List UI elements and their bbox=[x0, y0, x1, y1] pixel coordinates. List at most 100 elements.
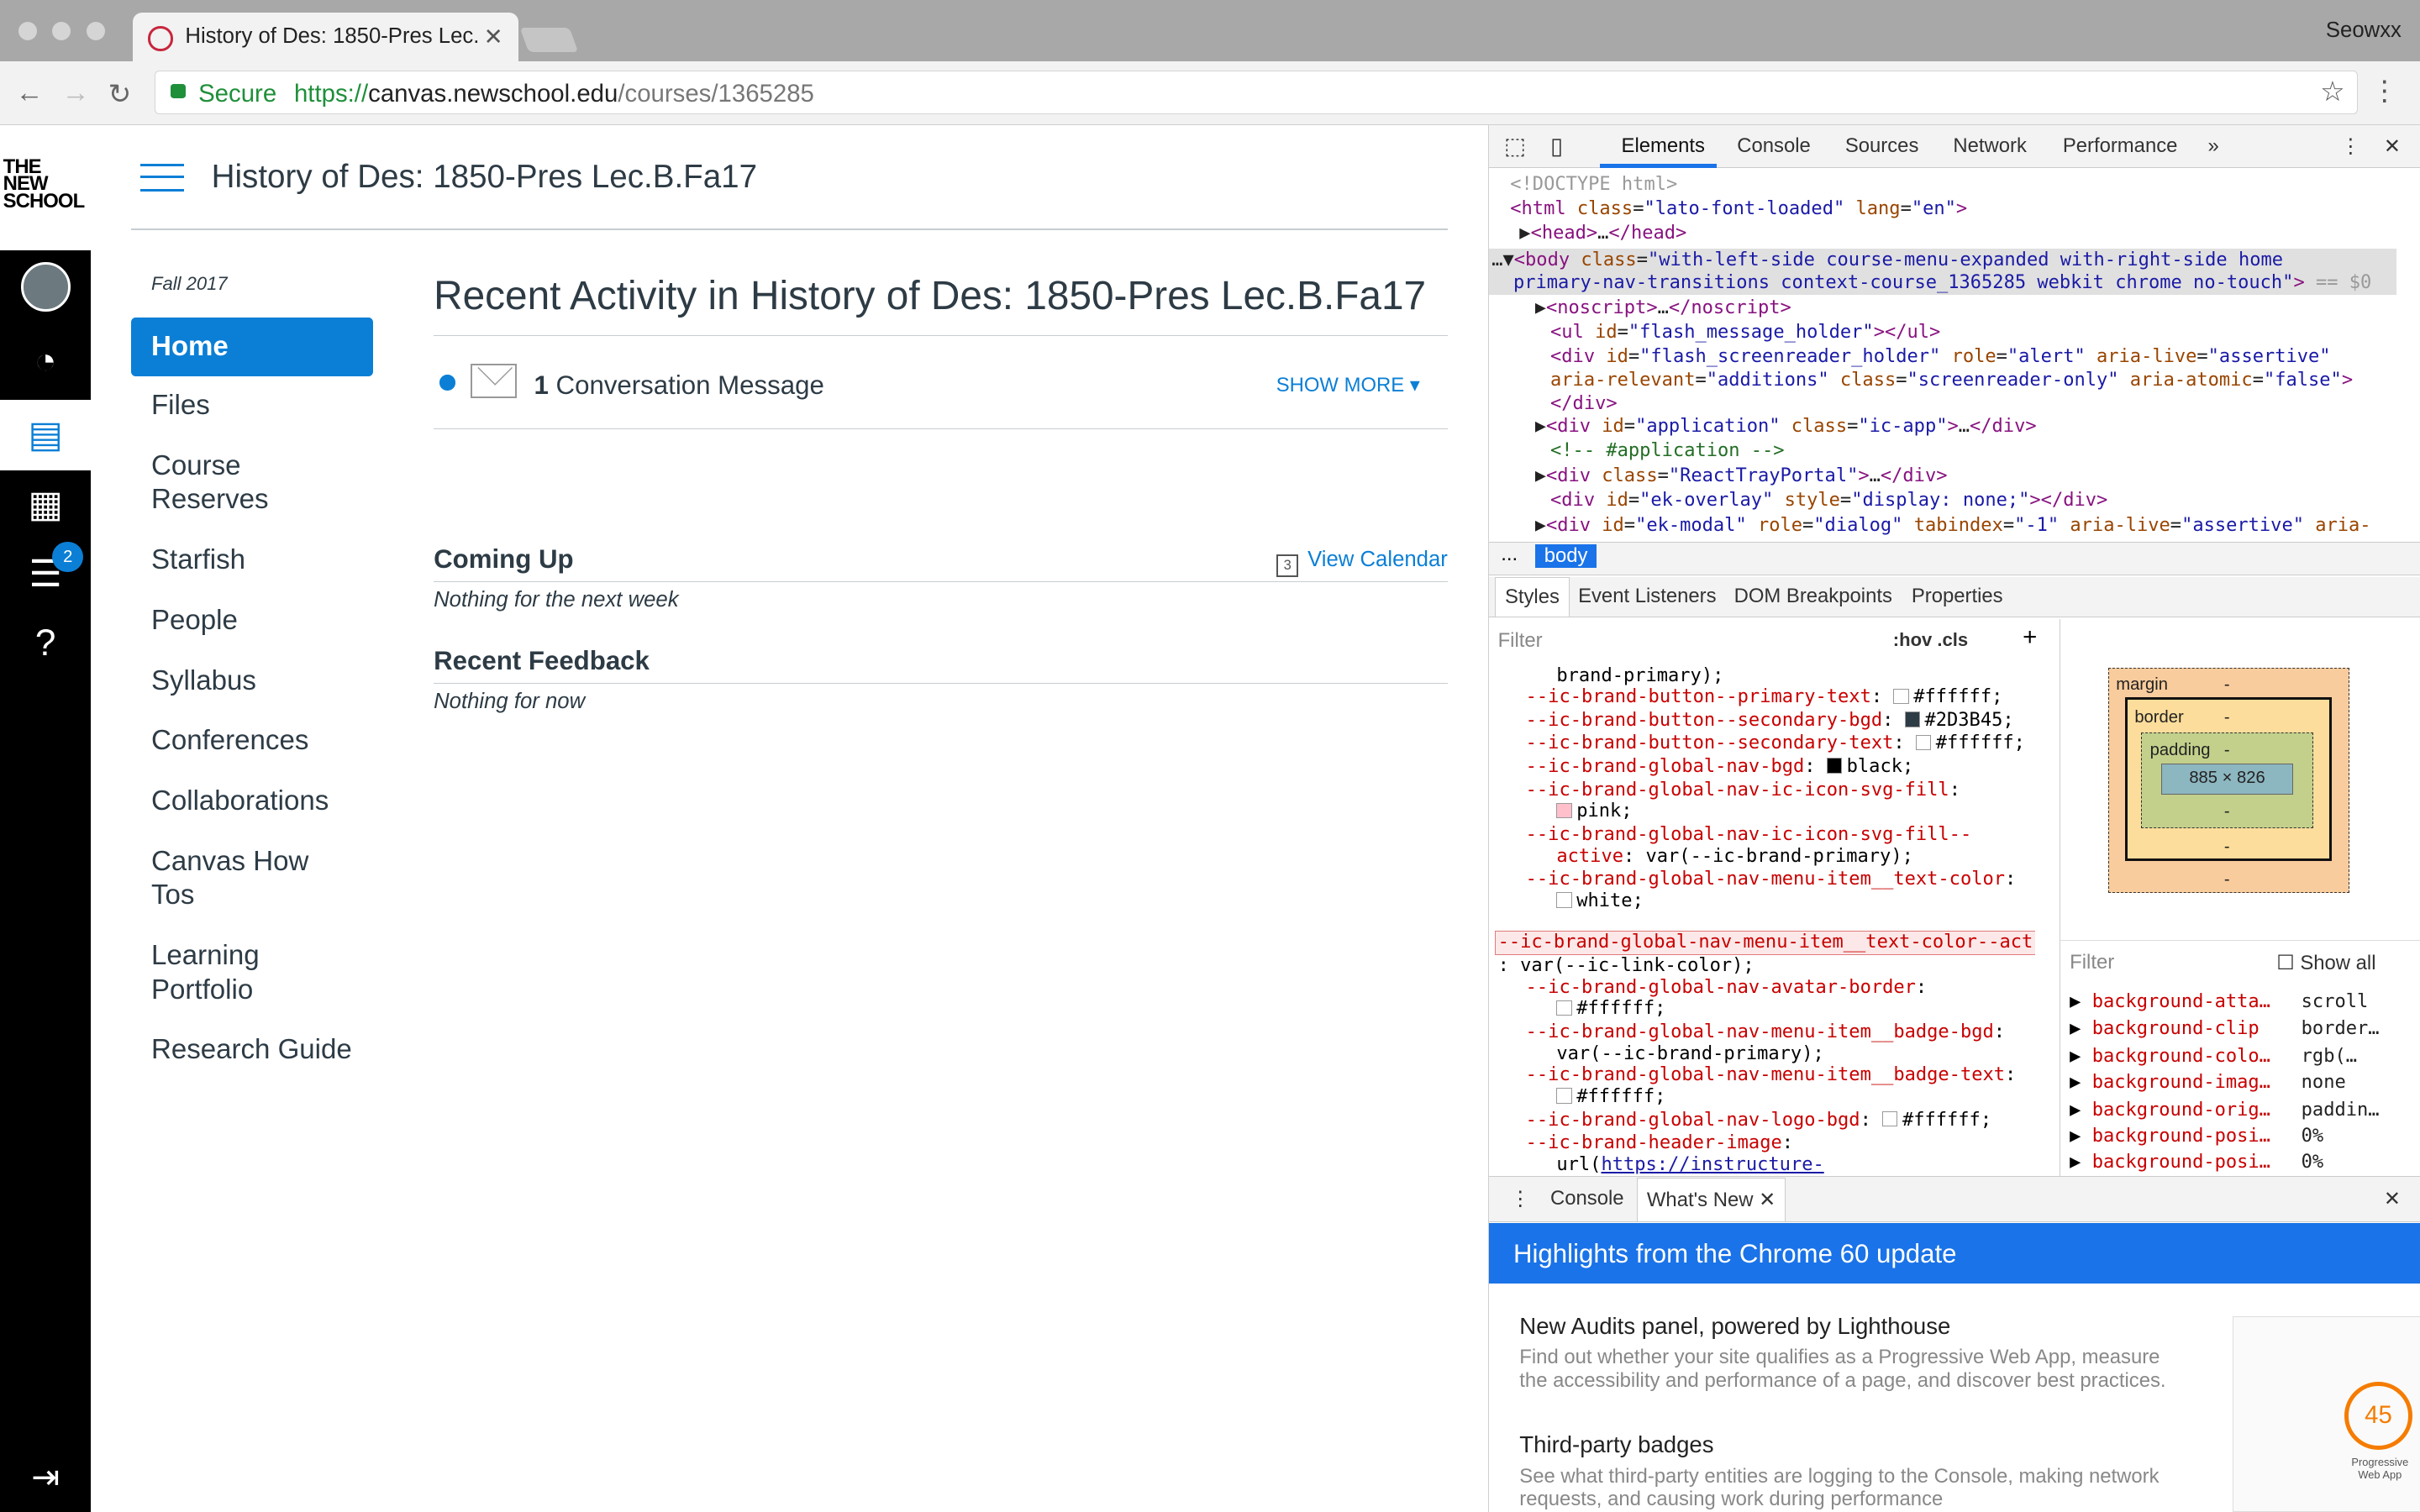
help-icon[interactable]: ? bbox=[0, 608, 91, 679]
tab-console[interactable]: Console bbox=[1737, 134, 1811, 158]
screen: History of Des: 1850-Pres Lec.B.Fa17 ✕ S… bbox=[0, 0, 2420, 1512]
forward-icon[interactable]: → bbox=[61, 77, 89, 109]
computed-row[interactable]: ▶ background-posi… 0% bbox=[2070, 1123, 2323, 1150]
show-all-checkbox[interactable]: ☐ Show all bbox=[2276, 951, 2375, 975]
zoom-window-button[interactable] bbox=[86, 21, 105, 40]
browser-toolbar: ← → ↻ Secure https://canvas.newschool.ed… bbox=[0, 61, 2420, 125]
nav-starfish[interactable]: Starfish bbox=[131, 529, 373, 591]
activity-label: 1 Conversation Message bbox=[534, 370, 824, 400]
avatar bbox=[20, 262, 71, 312]
new-tab-button[interactable] bbox=[520, 28, 579, 53]
hov-cls-toggle[interactable]: :hov .cls bbox=[1893, 629, 1968, 651]
nav-canvas-how-tos[interactable]: Canvas How Tos bbox=[131, 831, 373, 927]
whats-new-heading: Highlights from the Chrome 60 update bbox=[1488, 1223, 2420, 1284]
add-rule-icon[interactable]: + bbox=[2023, 623, 2037, 652]
breadcrumb-body[interactable]: body bbox=[1534, 543, 1597, 568]
reload-icon[interactable]: ↻ bbox=[108, 77, 132, 111]
back-icon[interactable]: ← bbox=[15, 77, 43, 109]
device-toolbar-icon[interactable]: ▯ bbox=[1550, 133, 1563, 160]
computed-styles[interactable]: ▶ background-atta… scroll ▶ background-cl… bbox=[2060, 982, 2420, 1176]
devtools-panel: ⬚ ▯ Elements Console Sources Network Per… bbox=[1487, 124, 2420, 1512]
nav-files[interactable]: Files bbox=[131, 375, 373, 436]
close-drawer-icon[interactable]: ✕ bbox=[2384, 1187, 2401, 1211]
tab-performance[interactable]: Performance bbox=[2063, 134, 2178, 158]
nav-conferences[interactable]: Conferences bbox=[131, 711, 373, 772]
inbox-icon[interactable]: ☰ 2 bbox=[0, 538, 91, 609]
close-tab-icon[interactable]: ✕ bbox=[484, 24, 503, 50]
tab-event-listeners[interactable]: Event Listeners bbox=[1578, 585, 1716, 608]
whats-new-item[interactable]: Third-party badges See what third-party … bbox=[1519, 1431, 2167, 1510]
computed-filter-input[interactable]: Filter bbox=[2070, 951, 2114, 974]
unread-dot-icon bbox=[439, 375, 455, 391]
audit-score: 45 bbox=[2344, 1381, 2412, 1450]
drawer-menu-icon[interactable]: ⋮ bbox=[1510, 1187, 1530, 1211]
nav-collaborations[interactable]: Collaborations bbox=[131, 771, 373, 832]
inbox-badge: 2 bbox=[52, 541, 84, 573]
recent-feedback-heading: Recent Feedback bbox=[434, 646, 1448, 684]
close-devtools-icon[interactable]: ✕ bbox=[2384, 134, 2401, 159]
dom-tree[interactable]: <!DOCTYPE html> <html class="lato-font-l… bbox=[1488, 168, 2420, 554]
secure-label: Secure bbox=[198, 79, 277, 108]
new-school-logo[interactable]: THE NEW SCHOOL bbox=[0, 124, 92, 250]
course-title[interactable]: History of Des: 1850-Pres Lec.B.Fa17 bbox=[212, 159, 757, 196]
nav-research-guide[interactable]: Research Guide bbox=[131, 1020, 373, 1081]
tab-sources[interactable]: Sources bbox=[1845, 134, 1919, 158]
computed-row[interactable]: ▶ background-imag… none bbox=[2070, 1069, 2346, 1096]
devtools-menu-icon[interactable]: ⋮ bbox=[2340, 134, 2360, 159]
calendar-icon[interactable]: ▦ bbox=[0, 469, 91, 539]
show-more-button[interactable]: SHOW MORE ▾ bbox=[1276, 373, 1420, 397]
coming-up-empty: Nothing for the next week bbox=[434, 588, 679, 612]
expand-nav-icon[interactable]: ⇥ bbox=[0, 1441, 91, 1511]
course-menu-toggle-icon[interactable] bbox=[140, 163, 184, 192]
nav-people[interactable]: People bbox=[131, 590, 373, 651]
close-window-button[interactable] bbox=[18, 21, 38, 40]
canvas-favicon-icon bbox=[148, 26, 173, 51]
activity-row: 1 Conversation Message SHOW MORE ▾ bbox=[434, 336, 1448, 429]
box-content: 885 × 826 bbox=[2160, 764, 2294, 795]
computed-row[interactable]: ▶ background-clip border… bbox=[2070, 1016, 2379, 1042]
tab-properties[interactable]: Properties bbox=[1912, 585, 2003, 608]
account-nav[interactable] bbox=[0, 251, 91, 322]
computed-row[interactable]: ▶ background-orig… paddin… bbox=[2070, 1097, 2379, 1124]
tab-dom-breakpoints[interactable]: DOM Breakpoints bbox=[1734, 585, 1892, 608]
header-divider bbox=[131, 228, 1448, 230]
computed-row[interactable]: ▶ background-colo… rgb(… bbox=[2070, 1043, 2357, 1070]
tab-styles[interactable]: Styles bbox=[1494, 576, 1570, 617]
nav-home[interactable]: Home bbox=[131, 318, 374, 377]
tab-title: History of Des: 1850-Pres Lec.B.Fa17 bbox=[185, 24, 478, 49]
more-tabs-icon[interactable]: » bbox=[2207, 134, 2218, 158]
devtools-tabbar: ⬚ ▯ Elements Console Sources Network Per… bbox=[1488, 124, 2420, 169]
browser-tab-bar: History of Des: 1850-Pres Lec.B.Fa17 ✕ S… bbox=[0, 0, 2420, 62]
minimize-window-button[interactable] bbox=[52, 21, 71, 40]
css-rules[interactable]: brand-primary); --ic-brand-button--prima… bbox=[1489, 665, 2035, 1174]
browser-tab[interactable]: History of Des: 1850-Pres Lec.B.Fa17 ✕ bbox=[132, 12, 519, 62]
tab-network[interactable]: Network bbox=[1953, 134, 2027, 158]
bookmark-star-icon[interactable]: ☆ bbox=[2320, 75, 2345, 108]
address-bar[interactable]: Secure https://canvas.newschool.edu/cour… bbox=[154, 71, 2359, 114]
styles-filter-bar: Filter :hov .cls + bbox=[1489, 619, 2060, 659]
drawer-tab-console[interactable]: Console bbox=[1550, 1187, 1624, 1210]
computed-filter-bar: Filter ☐ Show all bbox=[2060, 939, 2420, 980]
browser-menu-icon[interactable]: ⋮ bbox=[2370, 74, 2398, 108]
profile-name[interactable]: Seowxx bbox=[2326, 18, 2402, 43]
nav-syllabus[interactable]: Syllabus bbox=[131, 650, 373, 711]
nav-course-reserves[interactable]: Course Reserves bbox=[131, 435, 373, 531]
recent-activity: Recent Activity in History of Des: 1850-… bbox=[434, 273, 1448, 429]
whats-new-item[interactable]: New Audits panel, powered by Lighthouse … bbox=[1519, 1313, 2167, 1392]
course-nav: Home Files Course Reserves Starfish Peop… bbox=[131, 318, 374, 1081]
drawer-tab-whats-new[interactable]: What's New ✕ bbox=[1636, 1178, 1786, 1222]
view-calendar-link[interactable]: 3 View Calendar bbox=[1276, 548, 1448, 578]
dom-breadcrumb: ... body bbox=[1488, 541, 2420, 576]
whats-new-panel: Highlights from the Chrome 60 update New… bbox=[1488, 1223, 2420, 1512]
tab-elements[interactable]: Elements bbox=[1622, 134, 1705, 158]
computed-row[interactable]: ▶ background-posi… 0% bbox=[2070, 1149, 2323, 1175]
canvas-page: THE NEW SCHOOL ◔ ▤ ▦ ☰ 2 ? ⇥ History of Des… bbox=[0, 124, 1488, 1512]
styles-filter-input[interactable]: Filter bbox=[1498, 629, 1543, 653]
courses-icon[interactable]: ▤ bbox=[0, 399, 92, 471]
global-nav: THE NEW SCHOOL ◔ ▤ ▦ ☰ 2 ? ⇥ bbox=[0, 124, 92, 1512]
url-text: https://canvas.newschool.edu/courses/136… bbox=[293, 79, 814, 108]
inspect-element-icon[interactable]: ⬚ bbox=[1504, 133, 1526, 160]
dashboard-icon[interactable]: ◔ bbox=[0, 326, 91, 396]
computed-row[interactable]: ▶ background-atta… scroll bbox=[2070, 989, 2368, 1016]
nav-learning-portfolio[interactable]: Learning Portfolio bbox=[131, 926, 347, 1021]
